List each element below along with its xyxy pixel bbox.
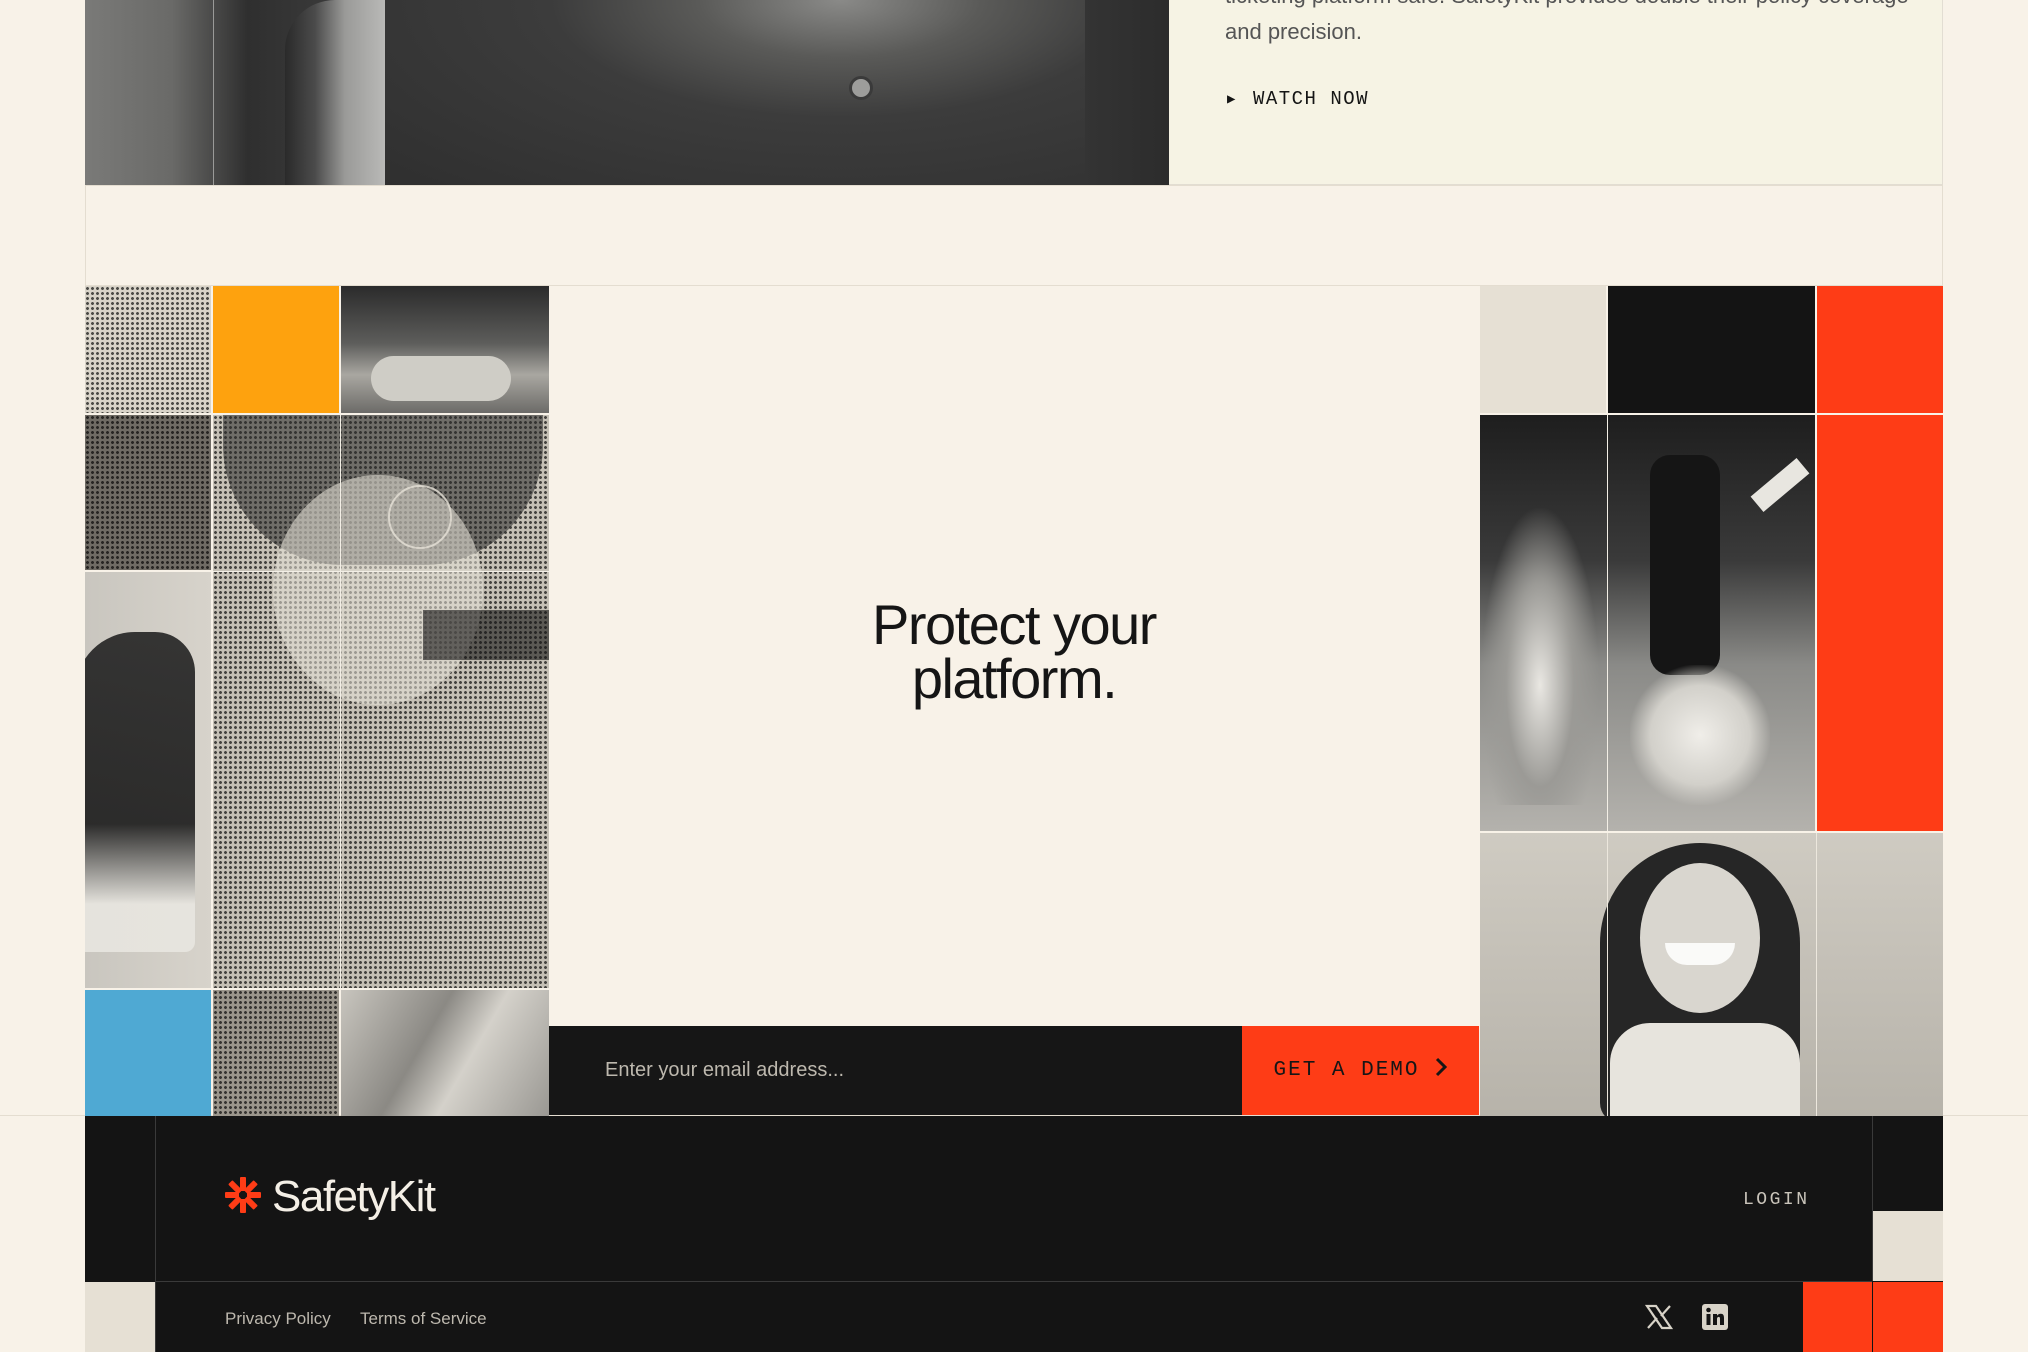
leg-shape [1650, 455, 1720, 675]
grid-line [85, 185, 86, 285]
black-color-tile [1608, 286, 1815, 413]
linkedin-icon[interactable] [1702, 1304, 1728, 1335]
halftone-texture-tile [213, 990, 339, 1116]
woman-portrait-tile [1480, 833, 1943, 1116]
footer-beige-block [1873, 1211, 1943, 1281]
cta-panel: Protect your platform. [549, 286, 1479, 1026]
tile-divider [1816, 833, 1817, 1116]
cta-heading-line2: platform. [911, 647, 1118, 710]
halftone-portrait-tile [213, 415, 549, 988]
footer-divider [1872, 1282, 1873, 1352]
sneaker-shape [1630, 665, 1770, 805]
tile-divider [213, 571, 549, 572]
login-link[interactable]: LOGIN [1743, 1190, 1810, 1210]
brand-logo[interactable]: SafetyKit [224, 1172, 436, 1222]
halftone-hair-tile [85, 286, 211, 413]
terms-of-service-link[interactable]: Terms of Service [360, 1309, 487, 1329]
email-field[interactable] [549, 1026, 1242, 1115]
halftone-hair-tile [85, 415, 211, 570]
safetykit-logo-icon [224, 1176, 262, 1219]
tile-divider [1607, 415, 1608, 831]
watch-now-label: WATCH NOW [1252, 88, 1370, 110]
testimonial-panel: ticketing platform safe. SafetyKit provi… [1169, 0, 1943, 185]
orange-color-tile [213, 286, 339, 413]
tile-divider [340, 415, 341, 988]
cta-heading: Protect your platform. [549, 597, 1479, 707]
ceiling-light [1750, 458, 1810, 512]
play-icon: ▶ [1227, 91, 1237, 108]
motion-shoe-shape [1480, 505, 1600, 805]
running-person-tile [85, 572, 211, 988]
x-icon[interactable] [1644, 1304, 1674, 1335]
privacy-policy-link[interactable]: Privacy Policy [225, 1309, 331, 1329]
get-demo-button[interactable]: GET A DEMO [1242, 1026, 1479, 1115]
beige-color-tile [1480, 286, 1606, 413]
grid-line [85, 185, 1943, 186]
grid-line [1942, 185, 1943, 285]
sneakers-photo-tile [341, 286, 549, 413]
demo-form: GET A DEMO [549, 1026, 1479, 1115]
footer-divider [155, 1281, 1872, 1282]
portrait-face [273, 475, 483, 705]
walking-feet-photo-tile [1480, 415, 1815, 831]
portrait-background-shadow [423, 610, 549, 660]
tile-divider [1607, 833, 1608, 1116]
footer-divider [155, 1116, 156, 1352]
brand-name: SafetyKit [272, 1172, 436, 1221]
portrait-face [1640, 863, 1760, 1013]
testimonial-quote: ticketing platform safe. SafetyKit provi… [1225, 0, 1909, 44]
red-color-tile [1817, 415, 1943, 831]
portrait-smile [1665, 943, 1735, 965]
photo-divider [213, 0, 214, 185]
footer-beige-block [85, 1282, 155, 1352]
motion-blur-photo-tile [341, 990, 549, 1116]
portrait-sweater [1610, 1023, 1800, 1116]
portrait-glasses [388, 485, 452, 549]
shirt-button [849, 76, 873, 100]
testimonial-photo [85, 0, 1169, 185]
chevron-right-icon [1434, 1057, 1448, 1084]
sneaker-shape [371, 356, 511, 401]
runner-shape [85, 632, 195, 952]
red-color-tile [1817, 286, 1943, 413]
get-demo-label: GET A DEMO [1273, 1059, 1420, 1082]
watch-now-button[interactable]: ▶ WATCH NOW [1227, 88, 1369, 110]
person-shirt [385, 0, 1085, 185]
blue-color-tile [85, 990, 211, 1116]
footer-red-block [1803, 1282, 1943, 1352]
